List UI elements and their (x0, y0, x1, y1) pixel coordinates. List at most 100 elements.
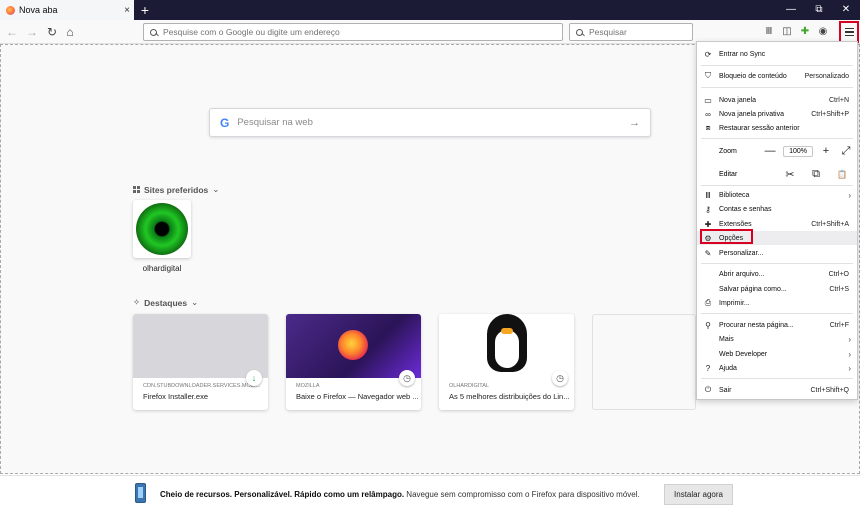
library-icon: Ⅲ (705, 190, 711, 200)
edit-controls: Editar ✂ ⧉ 📋 (697, 166, 857, 182)
highlights-header[interactable]: ✧ Destaques ⌄ (133, 297, 198, 308)
shield-icon: ⛉ (705, 71, 711, 80)
notification-text: Cheio de recursos. Personalizável. Rápid… (160, 490, 640, 499)
search-icon: ⚲ (705, 320, 711, 330)
search-icon (150, 28, 157, 36)
cut-icon[interactable]: ✂ (783, 168, 797, 181)
help-icon: ? (705, 363, 711, 373)
chevron-right-icon: › (848, 349, 851, 359)
top-site-label: olhardigital (142, 264, 182, 273)
tab-new-tab[interactable]: Nova aba × (0, 0, 134, 20)
card-thumbnail: ◷ (439, 314, 574, 386)
download-icon: ↓ (246, 370, 262, 386)
chevron-right-icon: › (848, 363, 851, 373)
chevron-right-icon: › (848, 190, 851, 200)
new-tab-button[interactable]: + (138, 1, 152, 19)
grid-icon (133, 186, 140, 193)
zoom-reset-button[interactable]: 100% (783, 145, 813, 157)
chevron-down-icon: ⌄ (191, 297, 199, 307)
clock-icon: ◷ (399, 370, 415, 386)
menu-item-quit[interactable]: ⏻ Sair Ctrl+Shift+Q (697, 383, 857, 397)
zoom-controls: Zoom — 100% + ⤢ (697, 142, 857, 160)
install-now-button[interactable]: Instalar agora (664, 484, 733, 505)
puzzle-icon: ✚ (704, 219, 712, 229)
highlight-card[interactable]: ↓ CDN.STUBDOWNLOADER.SERVICES.MOZI... Fi… (133, 314, 268, 410)
clock-icon: ◷ (552, 370, 568, 386)
power-icon: ⏻ (704, 385, 712, 394)
key-icon: ⚷ (705, 204, 711, 214)
card-title: As 5 melhores distribuições do Lin... (449, 392, 570, 401)
brush-icon: ✎ (704, 248, 712, 258)
menu-item-logins[interactable]: ⚷ Contas e senhas (697, 202, 857, 216)
menu-item-restore-session[interactable]: ⧈ Restaurar sessão anterior (697, 121, 857, 135)
menu-item-web-developer[interactable]: Web Developer › (697, 347, 857, 361)
sidebar-icon[interactable]: ◫ (780, 24, 794, 40)
top-sites-header[interactable]: Sites preferidos ⌄ (133, 184, 219, 195)
search-bar[interactable]: Pesquisar (569, 23, 693, 41)
restore-icon: ⧈ (705, 123, 711, 132)
card-thumbnail: ◷ (286, 314, 421, 386)
menu-item-sync[interactable]: ⟳ Entrar no Sync (697, 47, 857, 61)
sync-icon: ⟳ (704, 49, 712, 59)
tab-close-button[interactable]: × (120, 5, 134, 16)
web-search-placeholder: Pesquisar na web (237, 117, 313, 128)
menu-item-open-file[interactable]: Abrir arquivo... Ctrl+O (697, 267, 857, 281)
menu-item-save-page[interactable]: Salvar página como... Ctrl+S (697, 282, 857, 296)
menu-item-new-window[interactable]: ▭ Nova janela Ctrl+N (697, 93, 857, 107)
paste-icon[interactable]: 📋 (835, 170, 849, 179)
search-go-icon[interactable]: → (629, 117, 640, 129)
notification-bold-text: Cheio de recursos. Personalizável. Rápid… (160, 490, 405, 499)
google-icon: G (220, 115, 230, 130)
edit-label: Editar (719, 170, 738, 178)
top-site-tile[interactable] (133, 200, 191, 258)
menu-item-more[interactable]: Mais › (697, 332, 857, 346)
menu-item-find[interactable]: ⚲ Procurar nesta página... Ctrl+F (697, 318, 857, 332)
menu-item-customize[interactable]: ✎ Personalizar... (697, 246, 857, 260)
zoom-in-button[interactable]: + (819, 145, 833, 157)
notification-body-text: Navegue sem compromisso com o Firefox pa… (404, 490, 640, 499)
menu-item-content-blocking[interactable]: ⛉ Bloqueio de conteúdo Personalizado (697, 69, 857, 83)
web-search-box[interactable]: G Pesquisar na web → (209, 108, 651, 137)
minimize-button[interactable]: — (777, 0, 805, 20)
site-thumbnail (136, 203, 188, 255)
tab-title: Nova aba (19, 5, 58, 15)
open-menu-button[interactable] (839, 21, 859, 43)
firefox-logo (338, 330, 368, 360)
forward-button[interactable]: → (24, 24, 40, 40)
search-icon (576, 28, 583, 36)
app-menu: ⟳ Entrar no Sync ⛉ Bloqueio de conteúdo Per… (696, 41, 858, 400)
fullscreen-icon[interactable]: ⤢ (839, 145, 853, 158)
extension-icon[interactable]: ✚ (798, 24, 812, 40)
url-bar[interactable]: Pesquise com o Google ou digite um ender… (143, 23, 563, 41)
options-highlight-box (700, 229, 753, 244)
highlights-label: Destaques (144, 297, 188, 308)
account-icon[interactable]: ◉ (816, 24, 830, 40)
card-thumbnail: ↓ (133, 314, 268, 386)
top-sites-label: Sites preferidos (144, 184, 209, 195)
menu-item-private-window[interactable]: ∞ Nova janela privativa Ctrl+Shift+P (697, 107, 857, 121)
sparkle-icon: ✧ (133, 297, 141, 307)
library-icon[interactable]: Ⅲ (762, 24, 776, 40)
window-icon: ▭ (704, 95, 712, 105)
menu-item-library[interactable]: Ⅲ Biblioteca › (697, 188, 857, 202)
menu-item-print[interactable]: ⎙ Imprimir... (697, 296, 857, 310)
print-icon: ⎙ (704, 298, 712, 307)
zoom-out-button[interactable]: — (763, 145, 777, 157)
card-title: Baixe o Firefox — Navegador web ... (296, 392, 419, 401)
home-button[interactable]: ⌂ (62, 24, 78, 40)
chevron-right-icon: › (848, 334, 851, 344)
back-button[interactable]: ← (4, 24, 20, 40)
mask-icon: ∞ (705, 109, 711, 119)
copy-icon[interactable]: ⧉ (809, 168, 823, 181)
restore-button[interactable]: ⧉ (805, 0, 833, 20)
highlight-card[interactable]: ◷ OLHARDIGITAL As 5 melhores distribuiçõ… (439, 314, 574, 410)
close-window-button[interactable]: ✕ (832, 0, 860, 20)
highlight-card[interactable]: ◷ MOZILLA Baixe o Firefox — Navegador we… (286, 314, 421, 410)
menu-item-help[interactable]: ? Ajuda › (697, 361, 857, 375)
url-placeholder: Pesquise com o Google ou digite um ender… (163, 27, 340, 37)
phone-icon (135, 483, 146, 503)
search-placeholder: Pesquisar (589, 27, 627, 37)
empty-card-placeholder (592, 314, 696, 410)
firefox-icon (6, 5, 15, 15)
reload-button[interactable]: ↻ (44, 24, 60, 40)
